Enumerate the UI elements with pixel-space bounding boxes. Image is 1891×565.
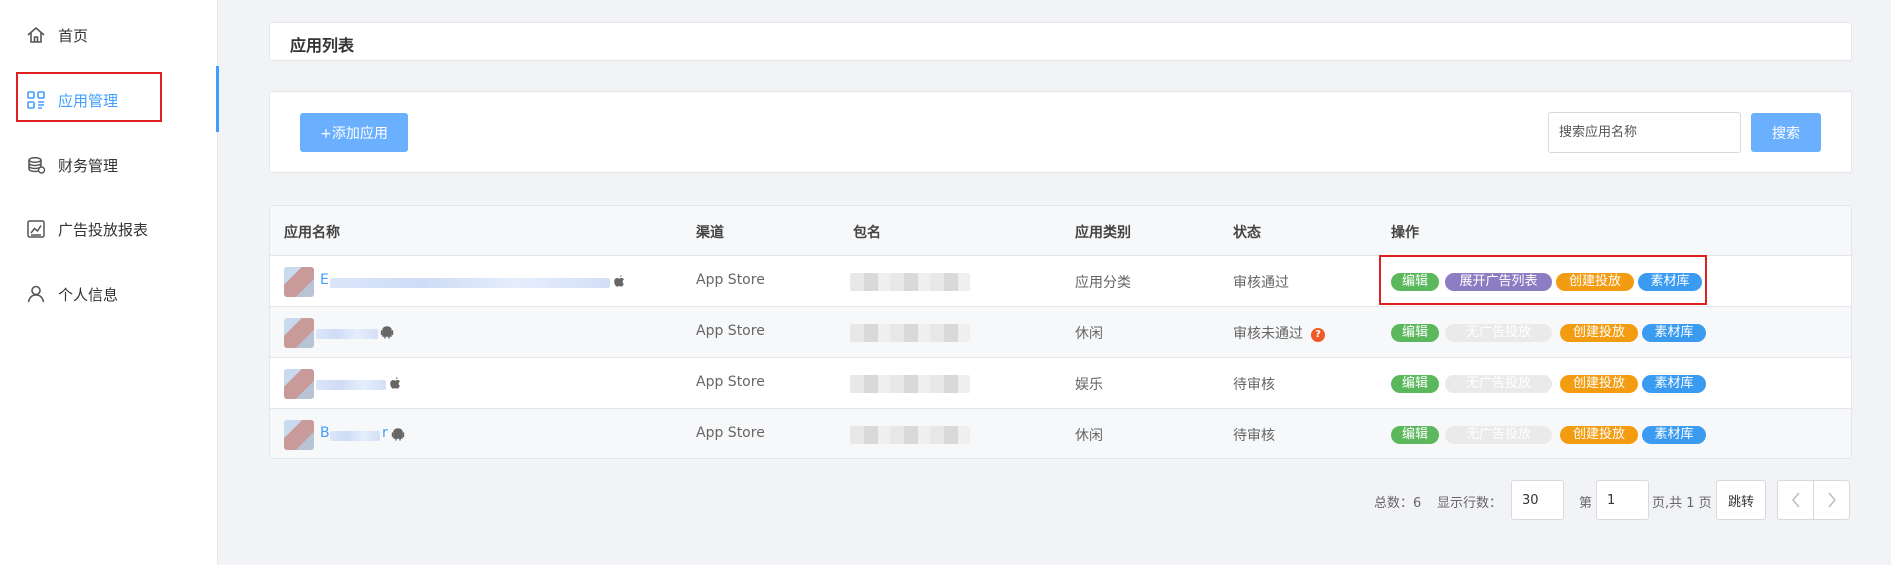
no-ads-button: 无广告投放 bbox=[1445, 324, 1552, 342]
apple-icon bbox=[390, 377, 400, 389]
status-cell: 审核通过 bbox=[1233, 275, 1289, 291]
user-icon bbox=[27, 285, 45, 303]
prev-page-button[interactable] bbox=[1777, 480, 1814, 520]
app-name-initial[interactable]: E bbox=[320, 272, 329, 288]
package-name-redacted bbox=[850, 324, 970, 342]
no-ads-button: 无广告投放 bbox=[1445, 426, 1552, 444]
chevron-right-icon bbox=[1827, 492, 1836, 508]
column-header-actions: 操作 bbox=[1391, 225, 1419, 241]
material-library-button[interactable]: 素材库 bbox=[1638, 273, 1702, 291]
app-name-last-char[interactable]: r bbox=[382, 425, 388, 441]
app-avatar bbox=[284, 420, 314, 450]
channel-cell: App Store bbox=[696, 425, 765, 441]
edit-button[interactable]: 编辑 bbox=[1391, 273, 1439, 291]
page-number-input[interactable]: 1 bbox=[1596, 480, 1649, 520]
rows-per-page-input[interactable]: 30 bbox=[1511, 480, 1564, 520]
material-library-button[interactable]: 素材库 bbox=[1642, 324, 1706, 342]
package-name-redacted bbox=[850, 426, 970, 444]
apps-grid-icon bbox=[27, 91, 45, 109]
channel-cell: App Store bbox=[696, 323, 765, 339]
app-name-redacted bbox=[330, 431, 380, 441]
jump-button[interactable]: 跳转 bbox=[1716, 480, 1766, 520]
table-header: 应用名称 渠道 包名 应用类别 状态 操作 bbox=[270, 206, 1851, 256]
material-library-button[interactable]: 素材库 bbox=[1642, 375, 1706, 393]
table-row: App Store 休闲 审核未通过? 编辑 无广告投放 创建投放 素材库 bbox=[270, 307, 1851, 358]
package-name-redacted bbox=[850, 375, 970, 393]
category-cell: 休闲 bbox=[1075, 428, 1103, 444]
create-campaign-button[interactable]: 创建投放 bbox=[1560, 426, 1638, 444]
status-text: 审核未通过 bbox=[1233, 326, 1303, 342]
sidebar-item-apps[interactable]: 应用管理 bbox=[26, 85, 118, 115]
app-name-initial[interactable]: B bbox=[320, 425, 330, 441]
app-avatar bbox=[284, 369, 314, 399]
table-row: App Store 娱乐 待审核 编辑 无广告投放 创建投放 素材库 bbox=[270, 358, 1851, 409]
page-prefix-label: 第 bbox=[1579, 496, 1593, 511]
sidebar-item-home[interactable]: 首页 bbox=[26, 20, 88, 50]
sidebar-item-finance[interactable]: 财务管理 bbox=[26, 150, 118, 180]
total-count: 总数：6 bbox=[1374, 496, 1422, 511]
channel-cell: App Store bbox=[696, 374, 765, 390]
column-header-name: 应用名称 bbox=[284, 225, 340, 241]
next-page-button[interactable] bbox=[1813, 480, 1850, 520]
package-name-redacted bbox=[850, 273, 970, 291]
home-icon bbox=[27, 27, 45, 43]
table-row: E App Store 应用分类 审核通过 编辑 展开广告列表 创建投放 素材库 bbox=[270, 256, 1851, 307]
sidebar-item-profile[interactable]: 个人信息 bbox=[26, 279, 118, 309]
sidebar: 首页 应用管理 财务管理 广告投放报表 个人信息 bbox=[0, 0, 219, 565]
edit-button[interactable]: 编辑 bbox=[1391, 426, 1439, 444]
category-cell: 休闲 bbox=[1075, 326, 1103, 342]
category-cell: 应用分类 bbox=[1075, 275, 1131, 291]
create-campaign-button[interactable]: 创建投放 bbox=[1556, 273, 1634, 291]
status-cell: 审核未通过? bbox=[1233, 323, 1325, 343]
add-app-button[interactable]: +添加应用 bbox=[300, 113, 408, 152]
page-title: 应用列表 bbox=[290, 36, 355, 55]
create-campaign-button[interactable]: 创建投放 bbox=[1560, 324, 1638, 342]
page-total-label: 页,共 1 页 bbox=[1652, 496, 1712, 511]
android-icon bbox=[391, 428, 405, 441]
sidebar-active-indicator bbox=[216, 66, 219, 132]
sidebar-item-label: 个人信息 bbox=[58, 285, 119, 304]
sidebar-item-label: 应用管理 bbox=[58, 91, 119, 110]
sidebar-item-label: 首页 bbox=[58, 26, 89, 45]
app-table: 应用名称 渠道 包名 应用类别 状态 操作 E App Store 应用分类 审… bbox=[269, 205, 1852, 459]
table-row: B r App Store 休闲 待审核 编辑 无广告投放 创建投放 素材库 bbox=[270, 409, 1851, 458]
create-campaign-button[interactable]: 创建投放 bbox=[1560, 375, 1638, 393]
search-button[interactable]: 搜索 bbox=[1751, 113, 1821, 152]
sidebar-item-label: 财务管理 bbox=[58, 156, 119, 175]
app-avatar bbox=[284, 267, 314, 297]
coins-icon bbox=[28, 157, 46, 174]
rows-per-page-label: 显示行数： bbox=[1437, 496, 1503, 511]
app-name-redacted bbox=[330, 278, 610, 288]
sidebar-item-label: 广告投放报表 bbox=[58, 220, 149, 239]
status-cell: 待审核 bbox=[1233, 377, 1275, 393]
chevron-left-icon bbox=[1791, 492, 1800, 508]
sidebar-item-ad-report[interactable]: 广告投放报表 bbox=[26, 214, 148, 244]
column-header-category: 应用类别 bbox=[1075, 225, 1131, 241]
column-header-status: 状态 bbox=[1233, 225, 1261, 241]
column-header-package: 包名 bbox=[853, 225, 881, 241]
app-name-redacted bbox=[316, 329, 378, 339]
no-ads-button: 无广告投放 bbox=[1445, 375, 1552, 393]
channel-cell: App Store bbox=[696, 272, 765, 288]
chart-report-icon bbox=[27, 220, 45, 238]
app-name-redacted bbox=[316, 380, 386, 390]
edit-button[interactable]: 编辑 bbox=[1391, 375, 1439, 393]
edit-button[interactable]: 编辑 bbox=[1391, 324, 1439, 342]
status-cell: 待审核 bbox=[1233, 428, 1275, 444]
android-icon bbox=[380, 326, 394, 339]
search-input[interactable] bbox=[1548, 112, 1741, 153]
category-cell: 娱乐 bbox=[1075, 377, 1103, 393]
apple-icon bbox=[614, 275, 624, 287]
app-avatar bbox=[284, 318, 314, 348]
help-icon[interactable]: ? bbox=[1311, 328, 1325, 342]
page-title-panel: 应用列表 bbox=[269, 22, 1852, 61]
expand-ad-list-button[interactable]: 展开广告列表 bbox=[1445, 273, 1552, 291]
material-library-button[interactable]: 素材库 bbox=[1642, 426, 1706, 444]
column-header-channel: 渠道 bbox=[696, 225, 724, 241]
